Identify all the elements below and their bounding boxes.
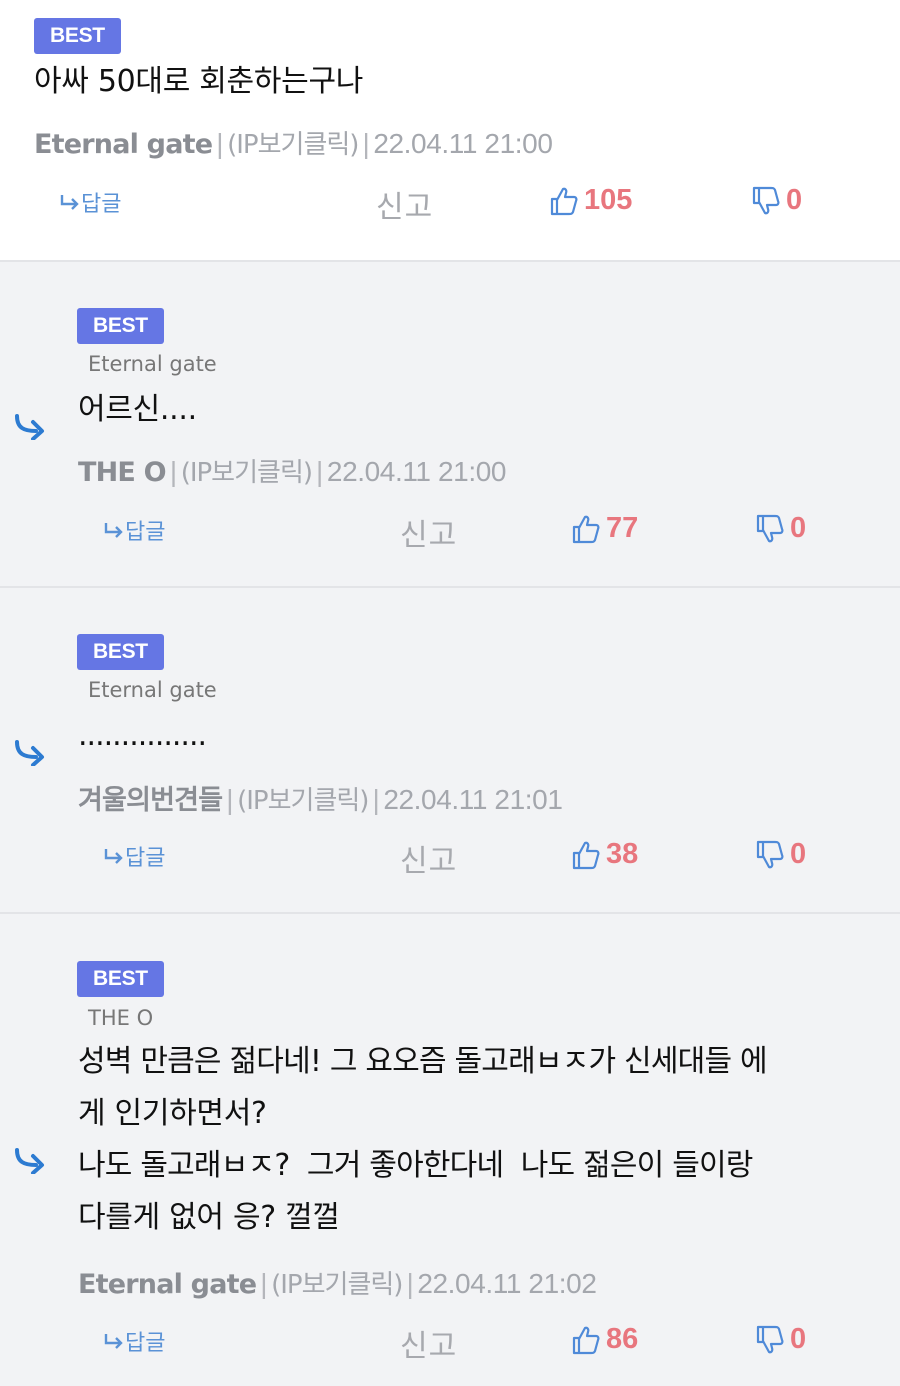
- dislike-button[interactable]: 0: [752, 184, 802, 217]
- separator: |: [260, 1268, 268, 1299]
- comment-text: 성벽 만큼은 젊다네! 그 요오즘 돌고래ㅂㅈ가 신세대들 에 게 인기하면서?…: [78, 1036, 878, 1244]
- comment-date: 22.04.11 21:01: [383, 784, 563, 815]
- comment-text: ...............: [78, 718, 207, 753]
- comment-text: 어르신....: [78, 392, 197, 427]
- return-arrow-icon: [104, 1334, 123, 1349]
- comment-meta: THE O | (IP보기클릭) | 22.04.11 21:00: [78, 452, 506, 489]
- like-button[interactable]: 86: [572, 1323, 638, 1356]
- report-button[interactable]: 신고: [400, 1321, 457, 1365]
- separator: |: [372, 784, 380, 815]
- comment-text-line: 나도 돌고래ㅂㅈ? 그거 좋아한다네 나도 젊은이 들이랑: [78, 1148, 753, 1183]
- thumbs-up-icon: [572, 1326, 600, 1354]
- comment-meta: Eternal gate | (IP보기클릭) | 22.04.11 21:00: [34, 124, 553, 161]
- thumbs-up-icon: [572, 515, 600, 543]
- like-button[interactable]: 38: [572, 838, 638, 871]
- reply-label: 답글: [125, 1331, 166, 1356]
- reply-to-name: Eternal gate: [88, 678, 217, 702]
- thumbs-up-icon: [572, 841, 600, 869]
- reply-button[interactable]: 답글: [60, 186, 121, 218]
- thumbs-down-icon: [752, 186, 780, 214]
- reply-to-name: Eternal gate: [88, 352, 217, 376]
- best-badge: BEST: [77, 961, 164, 997]
- thumbs-down-icon: [756, 840, 784, 868]
- reply-button[interactable]: 답글: [104, 840, 165, 872]
- comment-text-line: 다를게 없어 응? 껄껄: [78, 1200, 340, 1235]
- comment-text-line: 게 인기하면서?: [78, 1096, 267, 1131]
- author-name[interactable]: THE O: [78, 457, 167, 488]
- comment-date: 22.04.11 21:02: [417, 1268, 597, 1299]
- author-name[interactable]: 겨울의번견들: [78, 785, 223, 816]
- dislike-button[interactable]: 0: [756, 512, 806, 545]
- author-name[interactable]: Eternal gate: [34, 129, 213, 160]
- curved-reply-arrow-icon: [15, 740, 44, 766]
- reply-to-name: THE O: [88, 1006, 154, 1030]
- return-arrow-icon: [104, 849, 123, 864]
- separator: |: [169, 456, 177, 487]
- comment-date: 22.04.11 21:00: [373, 128, 553, 159]
- ip-link[interactable]: (IP보기클릭): [271, 1270, 403, 1300]
- return-arrow-icon: [60, 195, 79, 210]
- reply-label: 답글: [81, 192, 122, 217]
- comment-item: BEST 아싸 50대로 회춘하는구나 Eternal gate | (IP보기클릭…: [0, 0, 900, 260]
- reply-label: 답글: [125, 846, 166, 871]
- best-badge: BEST: [77, 308, 164, 344]
- separator: |: [362, 128, 370, 159]
- dislike-count: 0: [790, 838, 807, 870]
- separator: |: [226, 784, 234, 815]
- comment-date: 22.04.11 21:00: [326, 456, 507, 487]
- separator: |: [406, 1268, 414, 1299]
- best-badge: BEST: [77, 634, 164, 670]
- report-button[interactable]: 신고: [400, 836, 457, 880]
- comment-meta: 겨울의번견들 | (IP보기클릭) | 22.04.11 21:01: [78, 778, 563, 817]
- curved-reply-arrow-icon: [15, 1148, 44, 1174]
- like-count: 77: [606, 512, 639, 544]
- author-name[interactable]: Eternal gate: [78, 1269, 257, 1300]
- comment-text-line: 성벽 만큼은 젊다네! 그 요오즘 돌고래ㅂㅈ가 신세대들 에: [78, 1044, 768, 1079]
- like-count: 38: [606, 838, 639, 870]
- ip-link[interactable]: (IP보기클릭): [237, 786, 369, 816]
- reply-button[interactable]: 답글: [104, 1325, 165, 1357]
- reply-button[interactable]: 답글: [104, 514, 165, 546]
- like-button[interactable]: 77: [572, 512, 638, 545]
- report-button[interactable]: 신고: [376, 182, 433, 226]
- separator: |: [216, 128, 224, 159]
- like-count: 105: [584, 184, 633, 216]
- return-arrow-icon: [104, 523, 123, 538]
- dislike-button[interactable]: 0: [756, 838, 806, 871]
- dislike-count: 0: [786, 184, 803, 216]
- reply-comment-item: BEST Eternal gate 어르신.... THE O | (IP보기클릭)…: [0, 260, 900, 586]
- dislike-button[interactable]: 0: [756, 1323, 806, 1356]
- reply-comment-item: BEST THE O 성벽 만큼은 젊다네! 그 요오즘 돌고래ㅂㅈ가 신세대들…: [0, 912, 900, 1386]
- reply-label: 답글: [125, 520, 166, 545]
- dislike-count: 0: [790, 512, 807, 544]
- report-button[interactable]: 신고: [400, 510, 457, 554]
- thumbs-up-icon: [550, 187, 578, 215]
- comment-meta: Eternal gate | (IP보기클릭) | 22.04.11 21:02: [78, 1264, 597, 1301]
- ip-link[interactable]: (IP보기클릭): [181, 458, 313, 488]
- separator: |: [316, 456, 323, 487]
- reply-comment-item: BEST Eternal gate ............... 겨울의번견들…: [0, 586, 900, 912]
- thumbs-down-icon: [756, 1325, 784, 1353]
- dislike-count: 0: [790, 1323, 807, 1355]
- like-button[interactable]: 105: [550, 184, 632, 217]
- best-badge: BEST: [34, 18, 121, 54]
- like-count: 86: [606, 1323, 639, 1355]
- ip-link[interactable]: (IP보기클릭): [227, 130, 359, 160]
- curved-reply-arrow-icon: [15, 414, 44, 440]
- comment-text: 아싸 50대로 회춘하는구나: [34, 64, 364, 99]
- thumbs-down-icon: [756, 514, 784, 542]
